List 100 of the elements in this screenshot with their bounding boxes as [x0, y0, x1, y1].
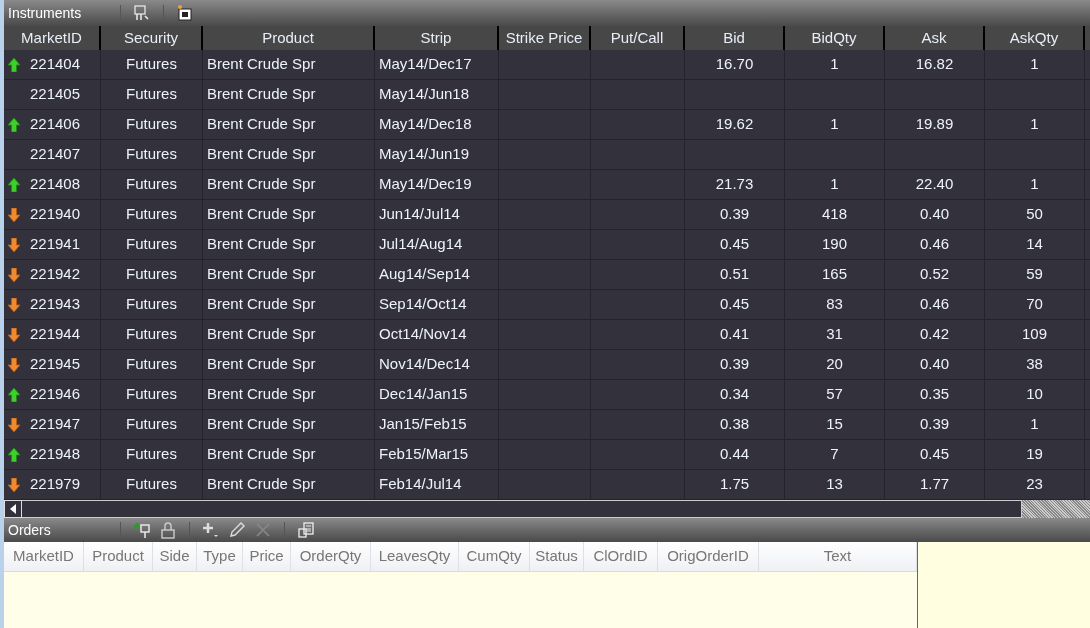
table-row[interactable]: 221407 Futures Brent Crude Spr May14/Jun19	[4, 140, 1090, 170]
table-cell: Futures	[101, 80, 203, 109]
up-arrow-icon	[8, 177, 20, 192]
table-cell: Futures	[101, 50, 203, 79]
column-header[interactable]: Strip	[375, 26, 499, 50]
column-header[interactable]: Side	[153, 542, 197, 571]
table-cell: 19.89	[885, 110, 985, 139]
table-cell: 0.39	[885, 410, 985, 439]
document-icon[interactable]	[297, 521, 315, 539]
table-cell: Futures	[101, 350, 203, 379]
scroll-left-button[interactable]	[4, 500, 22, 518]
table-cell: Futures	[101, 410, 203, 439]
table-row[interactable]: 221945 Futures Brent Crude Spr Nov14/Dec14 0.39 20 0.40 38	[4, 350, 1090, 380]
market-id: 221407	[30, 144, 81, 165]
table-cell: 1	[785, 170, 885, 199]
table-cell: Brent Crude Spr	[203, 110, 375, 139]
table-cell: 23	[985, 470, 1085, 499]
market-id: 221408	[30, 174, 81, 195]
table-cell: May14/Jun18	[375, 80, 499, 109]
down-arrow-icon	[8, 297, 20, 312]
column-header[interactable]: AskQty	[985, 26, 1085, 50]
table-row[interactable]: 221944 Futures Brent Crude Spr Oct14/Nov14 0.41 31 0.42 109	[4, 320, 1090, 350]
table-cell: 19.62	[685, 110, 785, 139]
down-arrow-icon	[8, 357, 20, 372]
table-cell: May14/Dec19	[375, 170, 499, 199]
column-header[interactable]: Price	[243, 542, 291, 571]
table-cell: 0.51	[685, 260, 785, 289]
table-cell: 38	[985, 350, 1085, 379]
window-icon[interactable]	[176, 4, 194, 22]
market-id: 221979	[30, 474, 81, 495]
market-id: 221404	[30, 54, 81, 75]
table-row[interactable]: 221404 Futures Brent Crude Spr May14/Dec17 16.70 1 16.82 1	[4, 50, 1090, 80]
pencil-icon[interactable]	[228, 521, 246, 539]
up-arrow-icon	[8, 57, 20, 72]
table-cell: 1	[785, 110, 885, 139]
table-cell: 1	[985, 50, 1085, 79]
table-cell: 83	[785, 290, 885, 319]
table-cell: Brent Crude Spr	[203, 380, 375, 409]
market-id: 221943	[30, 294, 81, 315]
column-header[interactable]: Product	[203, 26, 375, 50]
table-cell: 1.77	[885, 470, 985, 499]
column-header[interactable]: ClOrdID	[584, 542, 658, 571]
table-row[interactable]: 221947 Futures Brent Crude Spr Jan15/Feb15 0.38 15 0.39 1	[4, 410, 1090, 440]
table-row[interactable]: 221943 Futures Brent Crude Spr Sep14/Oct14 0.45 83 0.46 70	[4, 290, 1090, 320]
table-cell: 1	[985, 170, 1085, 199]
column-header[interactable]: LeavesQty	[371, 542, 459, 571]
column-header[interactable]: Text	[759, 542, 917, 571]
grid-settings-icon[interactable]	[133, 4, 151, 22]
table-cell: May14/Dec18	[375, 110, 499, 139]
column-header[interactable]: CumQty	[459, 542, 530, 571]
lock-icon[interactable]	[159, 521, 177, 539]
table-cell: 16.82	[885, 50, 985, 79]
table-cell: Brent Crude Spr	[203, 170, 375, 199]
column-header[interactable]: Put/Call	[591, 26, 685, 50]
column-header[interactable]: Ask	[885, 26, 985, 50]
add-plug-icon[interactable]	[133, 521, 151, 539]
table-cell: May14/Jun19	[375, 140, 499, 169]
table-row[interactable]: 221948 Futures Brent Crude Spr Feb15/Mar15 0.44 7 0.45 19	[4, 440, 1090, 470]
market-id: 221946	[30, 384, 81, 405]
table-cell: 1	[985, 410, 1085, 439]
market-id: 221945	[30, 354, 81, 375]
table-cell: 7	[785, 440, 885, 469]
column-header[interactable]: Security	[101, 26, 203, 50]
table-cell: 0.42	[885, 320, 985, 349]
table-cell: 0.38	[685, 410, 785, 439]
table-cell: 1.75	[685, 470, 785, 499]
column-header[interactable]: Product	[84, 542, 153, 571]
up-arrow-icon	[8, 387, 20, 402]
table-cell: Brent Crude Spr	[203, 230, 375, 259]
up-arrow-icon	[8, 447, 20, 462]
table-row[interactable]: 221941 Futures Brent Crude Spr Jul14/Aug14 0.45 190 0.46 14	[4, 230, 1090, 260]
table-row[interactable]: 221406 Futures Brent Crude Spr May14/Dec18 19.62 1 19.89 1	[4, 110, 1090, 140]
table-cell: 31	[785, 320, 885, 349]
table-cell: Futures	[101, 230, 203, 259]
plus-dropdown-icon[interactable]	[202, 521, 220, 539]
table-row[interactable]: 221979 Futures Brent Crude Spr Feb14/Jul14 1.75 13 1.77 23	[4, 470, 1090, 500]
column-header[interactable]: Status	[530, 542, 584, 571]
table-cell: Brent Crude Spr	[203, 260, 375, 289]
column-header[interactable]: MarketID	[4, 26, 101, 50]
table-cell: 57	[785, 380, 885, 409]
table-cell: 0.34	[685, 380, 785, 409]
market-id: 221942	[30, 264, 81, 285]
column-header[interactable]: OrderQty	[291, 542, 371, 571]
column-header[interactable]: MarketID	[4, 542, 84, 571]
table-row[interactable]: 221946 Futures Brent Crude Spr Dec14/Jan15 0.34 57 0.35 10	[4, 380, 1090, 410]
table-row[interactable]: 221405 Futures Brent Crude Spr May14/Jun18	[4, 80, 1090, 110]
column-header[interactable]: OrigOrderID	[658, 542, 759, 571]
table-row[interactable]: 221942 Futures Brent Crude Spr Aug14/Sep14 0.51 165 0.52 59	[4, 260, 1090, 290]
table-cell: Futures	[101, 290, 203, 319]
column-header[interactable]: BidQty	[785, 26, 885, 50]
table-cell: Sep14/Oct14	[375, 290, 499, 319]
column-header[interactable]: Bid	[685, 26, 785, 50]
table-cell: 20	[785, 350, 885, 379]
table-cell: 0.35	[885, 380, 985, 409]
table-cell: Oct14/Nov14	[375, 320, 499, 349]
table-row[interactable]: 221408 Futures Brent Crude Spr May14/Dec19 21.73 1 22.40 1	[4, 170, 1090, 200]
column-header[interactable]: Strike Price	[499, 26, 591, 50]
table-row[interactable]: 221940 Futures Brent Crude Spr Jun14/Jul14 0.39 418 0.40 50	[4, 200, 1090, 230]
table-cell: 15	[785, 410, 885, 439]
column-header[interactable]: Type	[197, 542, 243, 571]
